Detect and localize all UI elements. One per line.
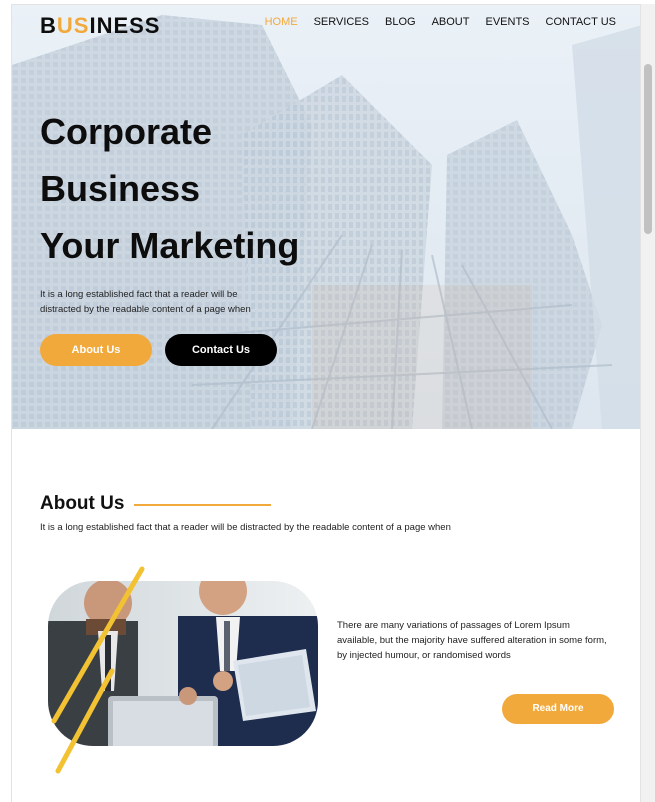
logo-text-accent: US [56, 13, 90, 38]
about-body-text: There are many variations of passages of… [337, 620, 607, 661]
nav-home[interactable]: HOME [265, 16, 298, 28]
page-frame: BUSINESS HOME SERVICES BLOG ABOUT EVENTS… [11, 4, 641, 802]
contact-us-button[interactable]: Contact Us [165, 334, 277, 366]
business-meeting-photo [48, 566, 318, 774]
nav-services[interactable]: SERVICES [314, 16, 369, 28]
main-nav: HOME SERVICES BLOG ABOUT EVENTS CONTACT … [265, 16, 616, 28]
about-title-underline [134, 504, 271, 506]
hero-title-line: Your Marketing [40, 225, 300, 266]
about-us-button[interactable]: About Us [40, 334, 152, 366]
about-image [38, 561, 323, 781]
nav-contact-us[interactable]: CONTACT US [546, 16, 617, 28]
hero-title: Corporate Business Your Marketing [40, 103, 360, 274]
hero-title-line: Corporate [40, 111, 213, 152]
logo-text-rest: INESS [89, 13, 161, 38]
site-logo[interactable]: BUSINESS [40, 13, 160, 39]
scrollbar[interactable] [641, 4, 655, 802]
about-title: About Us [40, 493, 125, 514]
nav-events[interactable]: EVENTS [485, 16, 529, 28]
logo-text-b: B [40, 13, 57, 38]
read-more-button[interactable]: Read More [502, 694, 614, 724]
nav-blog[interactable]: BLOG [385, 16, 416, 28]
hero-description: It is a long established fact that a rea… [40, 289, 251, 315]
hero-title-line: Business [40, 168, 201, 209]
nav-about[interactable]: ABOUT [432, 16, 470, 28]
hero-section: BUSINESS HOME SERVICES BLOG ABOUT EVENTS… [12, 5, 640, 429]
scrollbar-thumb[interactable] [644, 64, 652, 234]
about-subtitle: It is a long established fact that a rea… [40, 522, 451, 533]
